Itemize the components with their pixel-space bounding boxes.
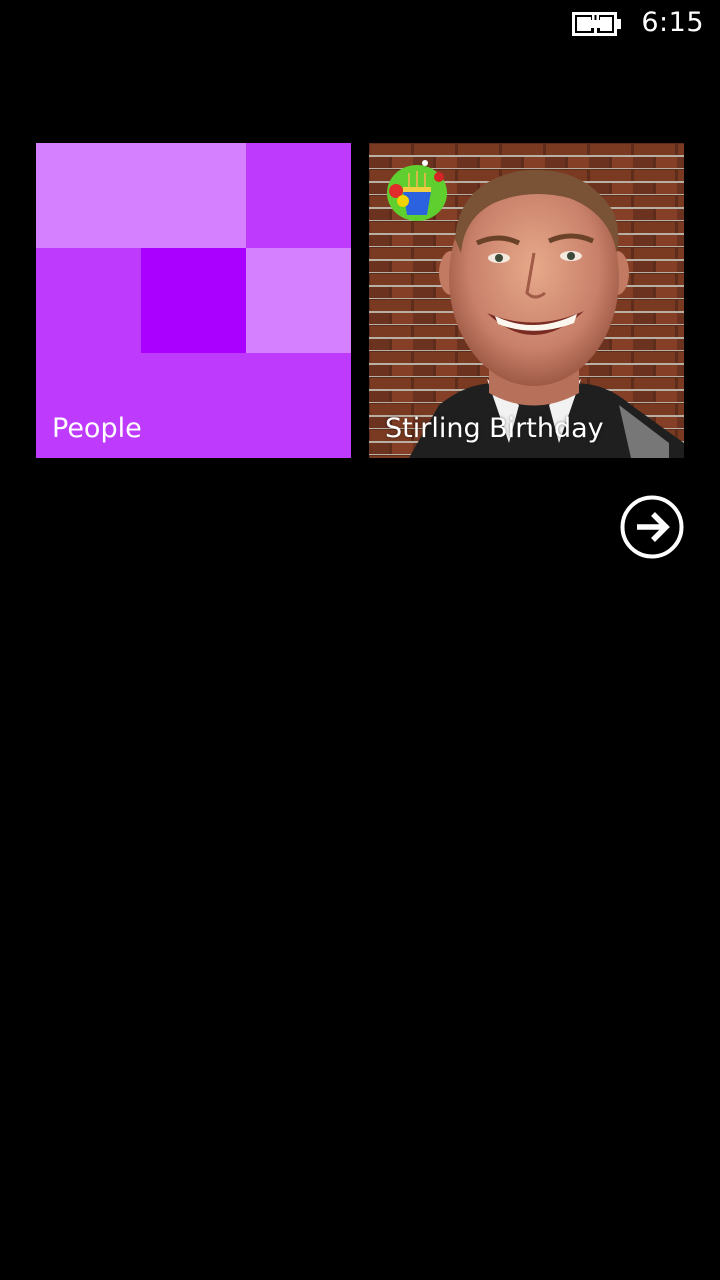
status-bar: 6:15 bbox=[0, 0, 720, 48]
clock: 6:15 bbox=[641, 7, 704, 38]
people-mosaic-icon bbox=[36, 143, 351, 458]
arrow-right-circle-icon[interactable] bbox=[620, 495, 684, 559]
contact-photo bbox=[369, 143, 684, 458]
birthday-tile[interactable]: Stirling Birthday bbox=[369, 143, 684, 458]
birthday-tile-label: Stirling Birthday bbox=[385, 413, 604, 444]
people-tile[interactable]: People bbox=[36, 143, 351, 458]
people-tile-label: People bbox=[52, 413, 142, 444]
battery-charging-icon bbox=[572, 12, 621, 36]
